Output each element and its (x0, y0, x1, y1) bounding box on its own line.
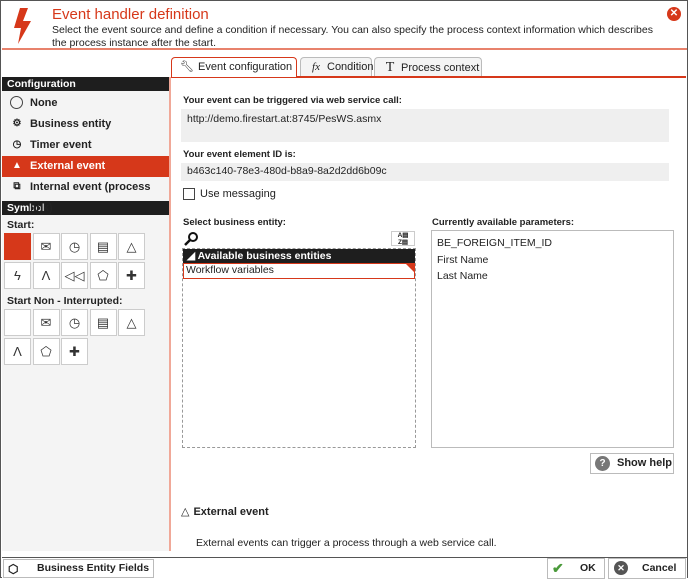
checkmark-icon: ✔ (552, 560, 564, 576)
circle-icon (10, 96, 24, 110)
params-label: Currently available parameters: (432, 217, 575, 228)
element-id-field[interactable]: b463c140-78e3-480d-b8a9-8a2d2dd6b09c (181, 163, 669, 181)
cross-icon[interactable]: ✚ (118, 262, 145, 289)
lightning-bolt-icon (14, 8, 31, 44)
external-event-description: External events can trigger a process th… (196, 537, 497, 549)
text-icon: T (385, 60, 395, 75)
external-event-title: △ External event (181, 505, 269, 518)
letter-a-icon[interactable]: Λ (32, 262, 60, 289)
config-item-timer-event[interactable]: ◷ Timer event (2, 135, 169, 156)
entity-group-header[interactable]: ◢ Available business entities (183, 249, 415, 263)
triangle-icon[interactable]: △ (118, 309, 145, 336)
start-symbol-grid: ✉ ◷ ▤ △ ϟ Λ ◁◁ ⬠ ✚ (2, 233, 169, 290)
start-non-interrupted-label: Start Non - Interrupted: (7, 295, 123, 307)
element-id-label: Your event element ID is: (183, 149, 296, 160)
use-messaging-label: Use messaging (200, 188, 276, 200)
params-list: BE_FOREIGN_ITEM_ID First Name Last Name (431, 230, 674, 448)
symbol-blank-start[interactable] (4, 233, 31, 260)
close-icon[interactable]: ✕ (667, 7, 681, 21)
envelope-icon[interactable]: ✉ (32, 309, 60, 336)
webservice-label: Your event can be triggered via web serv… (183, 95, 402, 106)
config-item-label: Timer event (30, 139, 92, 151)
cube-icon: ⬡ (8, 562, 19, 576)
letter-a-icon[interactable]: Λ (4, 338, 31, 365)
fx-icon: fx (312, 61, 320, 73)
zigzag-icon[interactable]: ϟ (4, 262, 31, 289)
config-item-internal-event[interactable]: ⧉ Internal event (process link) (2, 177, 169, 214)
entity-item[interactable]: Workflow variables (183, 263, 415, 279)
config-item-label: External event (30, 160, 106, 172)
clock-icon: ◷ (12, 139, 22, 150)
param-item[interactable]: Last Name (437, 268, 668, 285)
sidebar: Configuration None ⚙ Business entity ◷ T… (2, 77, 171, 551)
select-entity-label: Select business entity: (183, 217, 286, 228)
triangle-icon: △ (181, 506, 190, 518)
clock-icon[interactable]: ◷ (61, 233, 88, 260)
ok-label: OK (580, 562, 596, 574)
cross-icon[interactable]: ✚ (61, 338, 88, 365)
pentagon-icon[interactable]: ⬠ (89, 262, 117, 289)
non-interrupted-symbol-grid: ✉ ◷ ▤ △ Λ ⬠ ✚ (2, 309, 169, 366)
config-item-external-event[interactable]: ▲ External event (2, 156, 169, 177)
clock-icon[interactable]: ◷ (61, 309, 88, 336)
config-item-none[interactable]: None (2, 93, 169, 114)
sort-az-icon[interactable]: A▤ Z▤ (391, 231, 415, 246)
tab-label: Condition (327, 61, 374, 73)
pentagon-icon[interactable]: ⬠ (32, 338, 60, 365)
dialog-window: Event handler definition Select the even… (0, 0, 688, 579)
triangle-icon: ▲ (12, 160, 22, 171)
help-icon: ? (595, 456, 610, 471)
process-link-icon: ⧉ (13, 181, 21, 192)
bef-label: Business Entity Fields (37, 562, 150, 574)
business-entity-fields-button[interactable]: ⬡ Business Entity Fields (3, 559, 154, 578)
footer-bar: ⬡ Business Entity Fields ✔ OK ✕ Cancel (2, 557, 687, 579)
cancel-icon: ✕ (614, 561, 628, 575)
dialog-title: Event handler definition (52, 6, 209, 23)
tab-condition[interactable]: fx Condition (300, 57, 374, 77)
symbol-blank-non-interrupted[interactable] (4, 309, 31, 336)
triangle-icon[interactable]: △ (118, 233, 145, 260)
param-item[interactable]: BE_FOREIGN_ITEM_ID (437, 235, 668, 252)
config-item-label: Business entity (30, 118, 112, 130)
rewind-icon[interactable]: ◁◁ (61, 262, 88, 289)
dialog-subtitle: Select the event source and define a con… (52, 24, 653, 49)
show-help-label: Show help (617, 457, 672, 469)
ext-title-text: External event (193, 506, 269, 518)
configuration-header: Configuration (2, 77, 169, 91)
tab-label: Event configuration (198, 61, 293, 73)
document-icon[interactable]: ▤ (89, 309, 117, 336)
show-help-button[interactable]: ? Show help (590, 453, 674, 474)
dialog-header: Event handler definition Select the even… (2, 2, 687, 50)
entity-list: ◢ Available business entities Workflow v… (182, 248, 416, 448)
cancel-label: Cancel (642, 562, 677, 574)
use-messaging-checkbox[interactable] (183, 188, 195, 200)
tab-label: Process context (401, 62, 480, 74)
tab-event-configuration[interactable]: 🔧︎ Event configuration (171, 57, 297, 77)
business-entity-icon: ⚙ (12, 118, 22, 129)
symbol-header: Symbol (2, 201, 169, 215)
document-icon[interactable]: ▤ (89, 233, 117, 260)
envelope-icon[interactable]: ✉ (32, 233, 60, 260)
entity-group-label: Available business entities (197, 250, 332, 262)
ok-button[interactable]: ✔ OK (547, 558, 605, 579)
config-item-business-entity[interactable]: ⚙ Business entity (2, 114, 169, 135)
config-item-label: None (30, 97, 58, 109)
search-icon[interactable] (184, 232, 199, 246)
param-item[interactable]: First Name (437, 252, 668, 269)
tab-process-context[interactable]: T Process context (374, 57, 482, 77)
cancel-button[interactable]: ✕ Cancel (608, 558, 686, 579)
start-label: Start: (7, 219, 35, 231)
webservice-url-field[interactable]: http://demo.firestart.at:8745/PesWS.asmx (181, 109, 669, 142)
wrench-icon: 🔧︎ (180, 61, 194, 73)
